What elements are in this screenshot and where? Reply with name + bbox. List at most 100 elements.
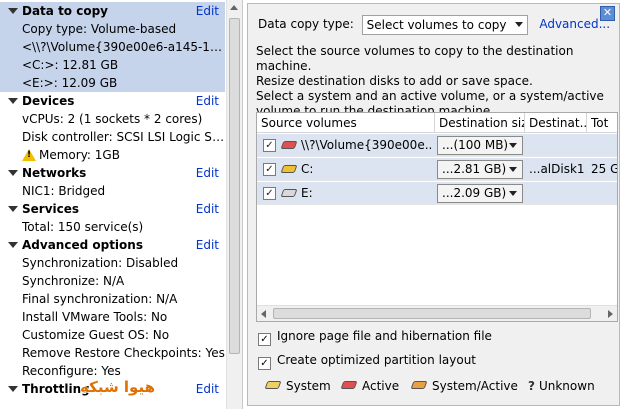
collapse-icon[interactable] [8,242,18,248]
edit-devices-link[interactable]: Edit [196,92,219,110]
edit-advanced-options-link[interactable]: Edit [196,236,219,254]
volumes-table: Source volumes Destination size Destinat… [256,112,618,322]
legend-item: System [264,378,331,394]
section-networks: Networks Edit NIC1: Bridged [0,164,225,200]
copy-type-row: Data copy type: Select volumes to copy A… [258,14,610,36]
section-header: Devices Edit [0,92,225,110]
summary-row: <\\?\Volume{390e00e6-a145-11... [22,40,225,54]
summary-row-warning: ! Memory: 1GB [0,146,225,164]
chevron-down-icon [509,191,517,196]
edit-services-link[interactable]: Edit [196,200,219,218]
collapse-icon[interactable] [8,98,18,104]
table-row[interactable]: ✓ E: ...2.09 GB) [257,182,617,205]
legend-item: ? Unknown [528,378,595,394]
total-size [591,134,617,157]
edit-throttling-link[interactable]: Edit [196,380,219,398]
edit-networks-link[interactable]: Edit [196,164,219,182]
volume-name: \\?\Volume{390e00e... [301,138,433,152]
active-disk-icon [340,381,358,389]
volume-name: E: [301,186,313,200]
destination-size-select[interactable]: ...(100 MB) [437,136,523,155]
scroll-right-icon[interactable] [608,310,613,318]
collapse-icon[interactable] [8,8,18,14]
legend-label: System/Active [432,379,518,393]
destination-disk: ...alDisk1 [529,162,585,176]
summary-row: Copy type: Volume-based [22,22,177,36]
table-row[interactable]: ✓ C: ...2.81 GB) ...alDisk1 25 G [257,158,618,181]
destination-size-value: ...2.09 GB) [442,186,507,200]
table-horizontal-scrollbar[interactable] [257,305,617,321]
total-size [591,182,617,205]
summary-row: vCPUs: 2 (1 sockets * 2 cores) [22,112,203,126]
system-disk-icon [280,165,298,173]
collapse-icon[interactable] [8,386,18,392]
scroll-thumb[interactable] [273,308,591,319]
section-header: Services Edit [0,200,225,218]
destination-size-value: ...(100 MB) [442,138,509,152]
legend-label: Unknown [538,379,595,393]
destination-size-select[interactable]: ...2.09 GB) [437,184,523,203]
collapse-icon[interactable] [8,170,18,176]
destination-size-select[interactable]: ...2.81 GB) [437,160,523,179]
warning-text: Memory: 1GB [39,148,120,162]
section-title: Services [22,202,80,216]
table-header: Source volumes Destination size Destinat… [257,113,617,133]
section-devices: Devices Edit vCPUs: 2 (1 sockets * 2 cor… [0,92,225,164]
table-row[interactable]: ✓ \\?\Volume{390e00e... ...(100 MB) [257,134,617,157]
ignore-pagefile-option[interactable]: ✓ Ignore page file and hibernation file [258,328,492,346]
section-title: Data to copy [22,4,108,18]
row-checkbox[interactable]: ✓ [263,163,276,176]
copy-type-label: Data copy type: [258,17,354,31]
summary-row: Remove Restore Checkpoints: Yes [22,346,225,360]
column-header-total[interactable]: Tot [587,113,617,133]
destination-disk [529,134,585,157]
column-header-destination[interactable]: Destinat... [525,113,587,133]
column-header-source[interactable]: Source volumes [257,113,435,133]
summary-row: Disk controller: SCSI LSI Logic SAS [22,130,225,144]
warning-icon: ! [22,149,36,161]
legend-item: Active [340,378,399,394]
section-title: Networks [22,166,87,180]
copy-type-select[interactable]: Select volumes to copy [361,14,528,35]
chevron-down-icon [514,21,523,27]
volume-name: C: [301,162,314,176]
unknown-disk-icon [280,189,298,197]
summary-scrollbar[interactable] [226,0,242,409]
chevron-down-icon [509,167,517,172]
instruction-line: Select a system and an active volume, or… [256,89,604,103]
section-title: Devices [22,94,75,108]
collapse-icon[interactable] [8,206,18,212]
column-header-dest-size[interactable]: Destination size [435,113,525,133]
instruction-line: Resize destination disks to add or save … [256,74,533,88]
optimized-partition-checkbox[interactable]: ✓ [258,357,271,370]
scroll-left-icon[interactable] [261,310,266,318]
legend-label: System [286,379,331,393]
advanced-link[interactable]: Advanced... [539,17,610,31]
total-size: 25 G [591,162,618,176]
summary-row: <E:>: 12.09 GB [22,76,118,90]
summary-row: Synchronize: N/A [22,274,125,288]
summary-panel: Data to copy Edit Copy type: Volume-base… [0,0,243,409]
system-disk-icon [264,381,282,389]
summary-row: <C:>: 12.81 GB [22,58,119,72]
summary-row: Install VMware Tools: No [22,310,168,324]
optimized-partition-option[interactable]: ✓ Create optimized partition layout [258,352,477,370]
row-checkbox[interactable]: ✓ [263,187,276,200]
edit-data-to-copy-link[interactable]: Edit [196,2,219,20]
summary-row: NIC1: Bridged [22,184,106,198]
scroll-up-icon[interactable] [230,5,238,10]
legend-item: System/Active [410,378,518,394]
copy-type-value: Select volumes to copy [366,17,507,32]
instructions: Select the source volumes to copy to the… [256,44,616,119]
chevron-down-icon [509,143,517,148]
option-label: Ignore page file and hibernation file [277,329,492,343]
summary-row: Total: 150 service(s) [22,220,144,234]
summary-list: Data to copy Edit Copy type: Volume-base… [0,2,225,398]
row-checkbox[interactable]: ✓ [263,139,276,152]
option-label: Create optimized partition layout [277,353,477,367]
section-data-to-copy[interactable]: Data to copy Edit Copy type: Volume-base… [0,2,225,92]
scroll-thumb[interactable] [229,18,240,354]
section-header: Networks Edit [0,164,225,182]
ignore-pagefile-checkbox[interactable]: ✓ [258,333,271,346]
section-title: Advanced options [22,238,143,252]
